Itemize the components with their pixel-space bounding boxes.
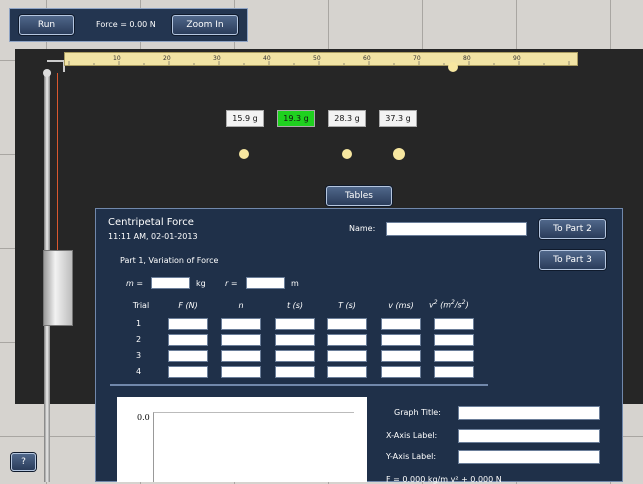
meter-ruler: 10 20 30 40 50 60 70 80 90 xyxy=(64,52,578,66)
mass-option-3[interactable]: 28.3 g xyxy=(328,110,366,127)
trial-1-cell-3[interactable] xyxy=(275,318,315,330)
trial-1-cell-5[interactable] xyxy=(381,318,421,330)
control-bar: Run Force = 0.00 N Zoom In xyxy=(9,8,248,42)
trial-3-cell-4[interactable] xyxy=(327,350,367,362)
ruler-ticks xyxy=(68,61,570,65)
radius-input[interactable] xyxy=(246,277,285,289)
radius-unit: m xyxy=(291,279,299,288)
string xyxy=(57,73,58,250)
trial-1-cell-6[interactable] xyxy=(434,318,474,330)
mass-option-1[interactable]: 15.9 g xyxy=(226,110,264,127)
trial-label-4: 4 xyxy=(136,367,142,376)
mass-input[interactable] xyxy=(151,277,190,289)
ruler-label-10: 10 xyxy=(113,55,121,62)
trial-3-cell-1[interactable] xyxy=(168,350,208,362)
mass-unit: kg xyxy=(196,279,206,288)
col-header-n: n xyxy=(238,301,244,310)
trial-label-3: 3 xyxy=(136,351,142,360)
trial-1-cell-1[interactable] xyxy=(168,318,208,330)
trial-4-cell-5[interactable] xyxy=(381,366,421,378)
trial-3-cell-2[interactable] xyxy=(221,350,261,362)
panel-timestamp: 11:11 AM, 02-01-2013 xyxy=(108,232,198,241)
trial-2-cell-2[interactable] xyxy=(221,334,261,346)
trial-4-cell-1[interactable] xyxy=(168,366,208,378)
trial-2-cell-6[interactable] xyxy=(434,334,474,346)
tables-tab[interactable]: Tables xyxy=(326,186,392,206)
col-header-trial: Trial xyxy=(132,301,150,310)
trial-3-cell-3[interactable] xyxy=(275,350,315,362)
trial-label-2: 2 xyxy=(136,335,142,344)
graph-plot-area xyxy=(153,412,354,482)
trial-4-cell-2[interactable] xyxy=(221,366,261,378)
fit-equation: F = 0.000 kg/m v² + 0.000 N xyxy=(386,475,502,484)
panel-divider xyxy=(110,384,488,386)
trial-2-cell-1[interactable] xyxy=(168,334,208,346)
trial-4-cell-3[interactable] xyxy=(275,366,315,378)
trial-3-cell-6[interactable] xyxy=(434,350,474,362)
panel-title: Centripetal Force xyxy=(108,217,194,228)
graph-title-label: Graph Title: xyxy=(394,408,441,417)
trial-3-cell-5[interactable] xyxy=(381,350,421,362)
name-label: Name: xyxy=(349,224,376,233)
col-header-force: F (N) xyxy=(178,301,198,310)
ruler-label-50: 50 xyxy=(313,55,321,62)
mass-ball-1[interactable] xyxy=(239,149,249,159)
zoom-in-button[interactable]: Zoom In xyxy=(172,15,238,35)
trial-2-cell-5[interactable] xyxy=(381,334,421,346)
trial-2-cell-3[interactable] xyxy=(275,334,315,346)
y-axis-label: Y-Axis Label: xyxy=(386,452,437,461)
hanging-weight[interactable] xyxy=(43,250,73,326)
trial-1-cell-2[interactable] xyxy=(221,318,261,330)
trial-4-cell-4[interactable] xyxy=(327,366,367,378)
trial-label-1: 1 xyxy=(136,319,142,328)
graph-area[interactable]: 0.0 xyxy=(117,397,367,482)
ruler-label-80: 80 xyxy=(463,55,471,62)
graph-y-tick: 0.0 xyxy=(137,413,150,422)
mass-option-2[interactable]: 19.3 g xyxy=(277,110,315,127)
col-header-v2: v2 (m2/s2) xyxy=(429,299,469,310)
graph-title-input[interactable] xyxy=(458,406,600,420)
mass-label: m = xyxy=(126,279,144,288)
mass-ball-4[interactable] xyxy=(393,148,405,160)
trial-4-cell-6[interactable] xyxy=(434,366,474,378)
mass-option-4[interactable]: 37.3 g xyxy=(379,110,417,127)
to-part-2-button[interactable]: To Part 2 xyxy=(539,219,606,239)
run-button[interactable]: Run xyxy=(19,15,74,35)
col-header-v: v (ms) xyxy=(388,301,414,310)
ruler-label-90: 90 xyxy=(513,55,521,62)
mass-ball-3[interactable] xyxy=(342,149,352,159)
ruler-label-60: 60 xyxy=(363,55,371,62)
x-axis-label: X-Axis Label: xyxy=(386,431,438,440)
trial-1-cell-4[interactable] xyxy=(327,318,367,330)
col-header-period: T (s) xyxy=(338,301,356,310)
col-header-t: t (s) xyxy=(286,301,304,310)
radius-label: r = xyxy=(225,279,238,288)
pole-arm xyxy=(47,60,65,72)
to-part-3-button[interactable]: To Part 3 xyxy=(539,250,606,270)
name-input[interactable] xyxy=(386,222,527,236)
rotating-ball[interactable] xyxy=(448,62,458,72)
help-button[interactable]: ? xyxy=(11,453,36,471)
trial-2-cell-4[interactable] xyxy=(327,334,367,346)
ruler-label-20: 20 xyxy=(163,55,171,62)
part-title: Part 1, Variation of Force xyxy=(120,256,219,265)
ruler-label-40: 40 xyxy=(263,55,271,62)
y-axis-input[interactable] xyxy=(458,450,600,464)
x-axis-input[interactable] xyxy=(458,429,600,443)
ruler-label-30: 30 xyxy=(213,55,221,62)
force-readout: Force = 0.00 N xyxy=(96,20,156,29)
ruler-label-70: 70 xyxy=(413,55,421,62)
